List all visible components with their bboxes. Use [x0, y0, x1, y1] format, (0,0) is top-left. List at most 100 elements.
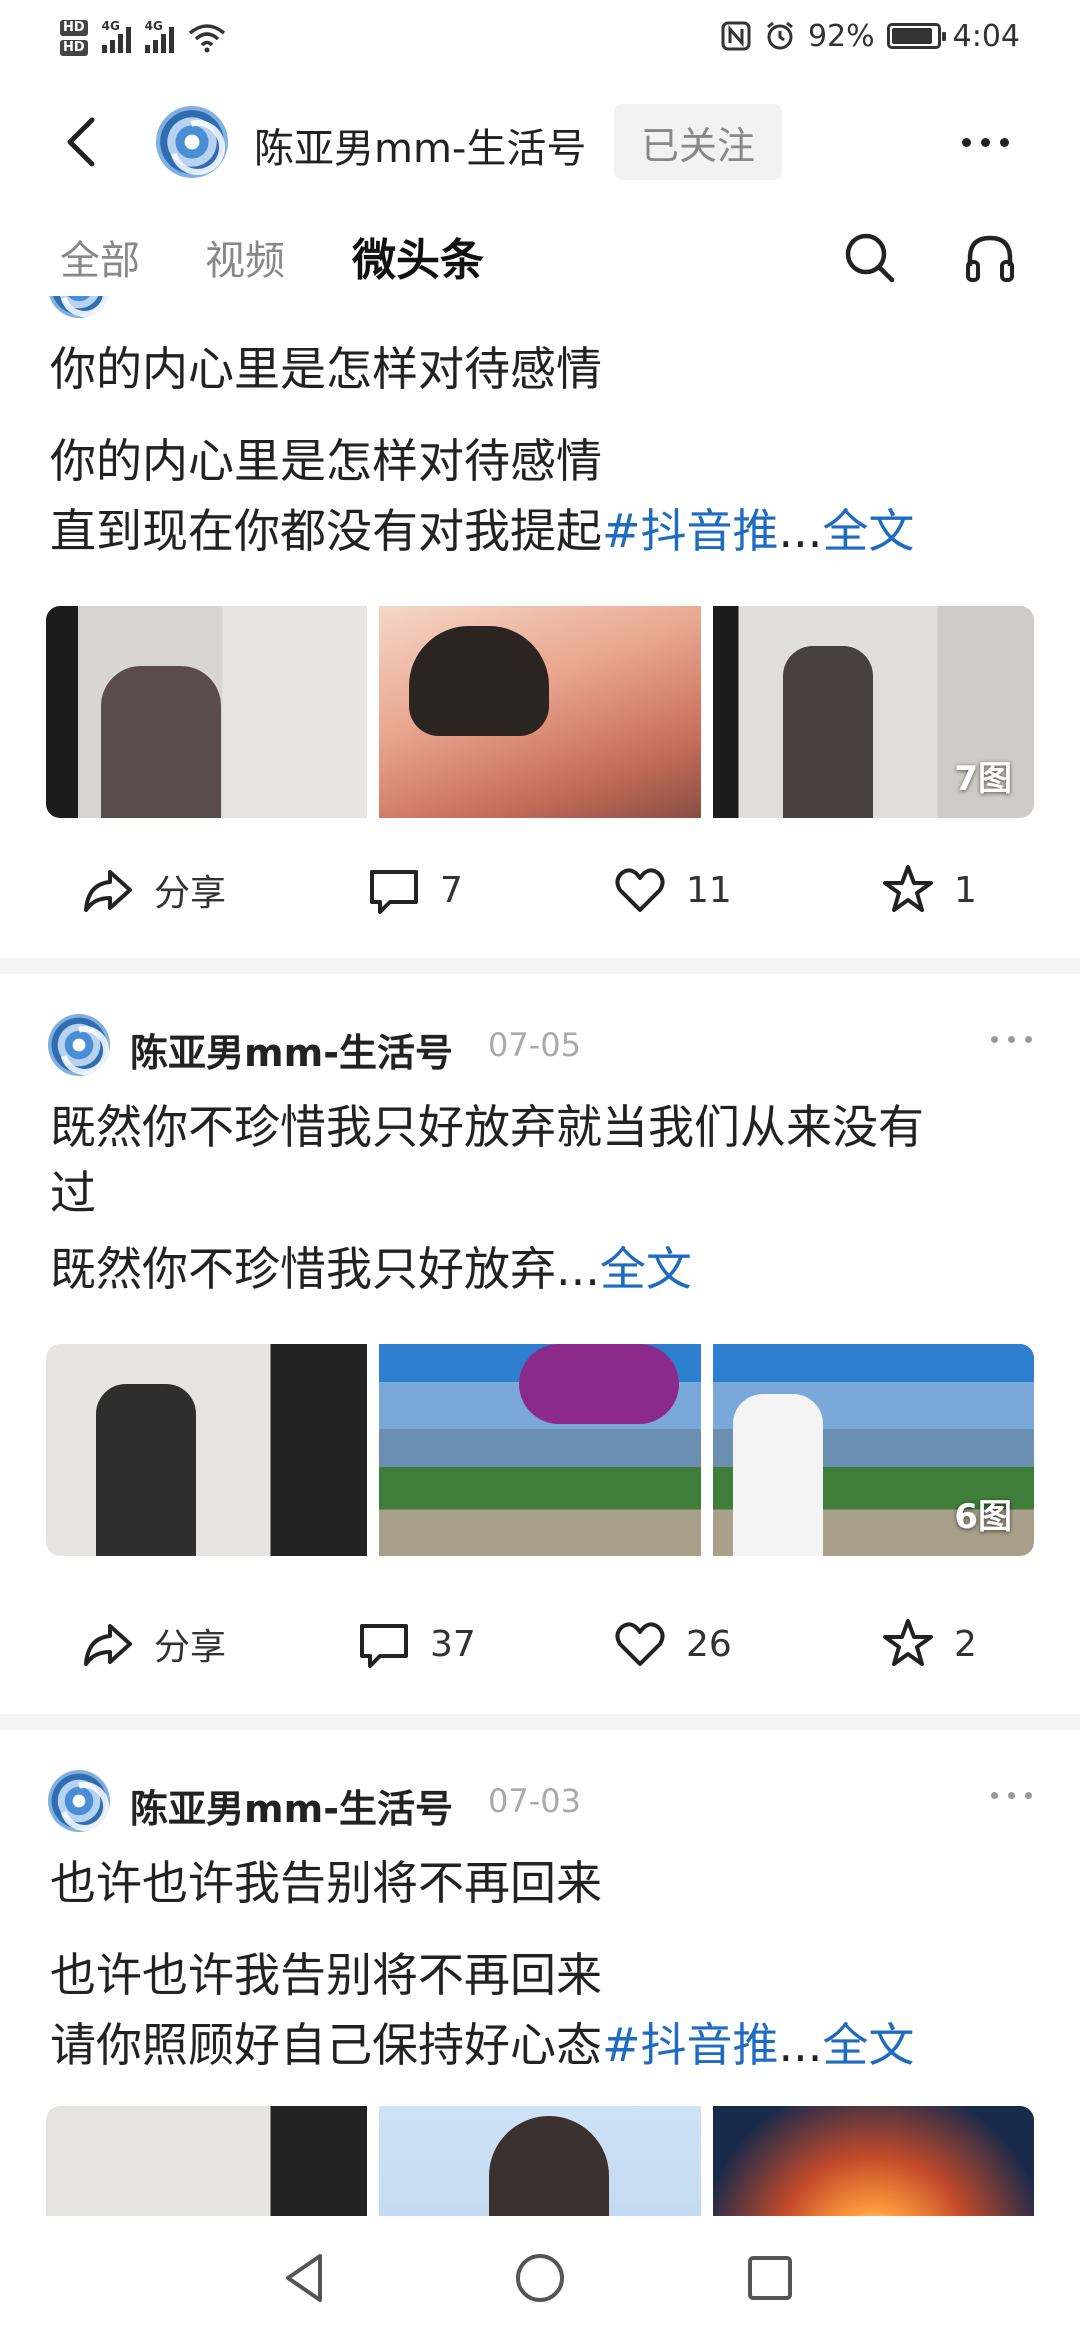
post-more-button[interactable] [991, 1036, 1032, 1043]
post-header: 陈亚男mm-生活号 07-03 [48, 1770, 1032, 1834]
comment-icon [370, 870, 418, 914]
post-image[interactable] [46, 1344, 368, 1556]
search-button[interactable] [840, 228, 900, 288]
tab-all[interactable]: 全部 [60, 228, 140, 286]
more-dot [961, 137, 971, 147]
full-text-link[interactable]: 全文 [822, 504, 914, 558]
post-card[interactable]: 陈亚男mm-生活号 07-05 既然你不珍惜我只好放弃就当我们从来没有 过 既然… [0, 974, 1080, 1668]
post-image[interactable]: 7图 [712, 606, 1034, 818]
author-avatar[interactable] [48, 1770, 110, 1832]
like-count: 11 [686, 869, 732, 911]
share-icon [84, 1624, 132, 1666]
back-button[interactable] [54, 112, 114, 172]
tab-micro-headlines[interactable]: 微头条 [352, 224, 484, 288]
channel-avatar[interactable] [156, 106, 228, 178]
post-more-button[interactable] [991, 1792, 1032, 1799]
post-body[interactable]: 也许也许我告别将不再回来 请你照顾好自己保持好心态#抖音推...全文 [50, 1940, 1040, 2080]
signal-icon: 4G [101, 19, 131, 53]
author-avatar[interactable] [48, 1014, 110, 1076]
comment-count: 7 [440, 869, 463, 911]
star-icon [883, 865, 933, 912]
post-divider [0, 1714, 1080, 1730]
like-button[interactable]: 11 [612, 850, 732, 930]
hd-badge-2: HD [60, 40, 88, 56]
system-nav-bar [0, 2216, 1080, 2340]
channel-name[interactable]: 陈亚男mm-生活号 [254, 116, 586, 174]
comment-icon [360, 1624, 408, 1668]
post-body-line-2: 请你照顾好自己保持好心态#抖音推...全文 [50, 2010, 1040, 2080]
post-image[interactable] [379, 2106, 701, 2216]
favorite-button[interactable]: 2 [880, 1604, 977, 1684]
like-button[interactable]: 26 [612, 1604, 732, 1684]
post-title[interactable]: 既然你不珍惜我只好放弃就当我们从来没有 过 [50, 1094, 1040, 1226]
chevron-left-icon [67, 117, 95, 167]
star-icon [883, 1619, 933, 1666]
hashtag-link[interactable]: #抖音推 [602, 2018, 779, 2072]
tab-video[interactable]: 视频 [205, 228, 285, 286]
post-image[interactable] [46, 2106, 368, 2216]
battery-percent: 92% [807, 18, 875, 54]
post-image[interactable] [379, 606, 701, 818]
image-count-badge: 6图 [954, 1497, 1012, 1537]
post-date: 07-05 [488, 1026, 581, 1064]
ellipsis: ... [778, 504, 823, 558]
nfc-icon [721, 21, 751, 51]
post-body[interactable]: 既然你不珍惜我只好放弃...全文 [50, 1234, 1040, 1304]
more-options-button[interactable] [950, 120, 1020, 164]
circle-home-icon [516, 2254, 564, 2302]
follow-button[interactable]: 已关注 [614, 104, 782, 180]
image-grid: 7图 [46, 606, 1034, 818]
more-dot [1008, 1792, 1015, 1799]
headphones-icon [966, 235, 1014, 282]
post-image[interactable]: 6图 [712, 1344, 1034, 1556]
share-button[interactable]: 分享 [80, 850, 226, 930]
comment-button[interactable]: 37 [356, 1604, 476, 1684]
hashtag-link[interactable]: #抖音推 [602, 504, 779, 558]
post-card[interactable]: 你的内心里是怎样对待感情 你的内心里是怎样对待感情 直到现在你都没有对我提起#抖… [0, 296, 1080, 942]
image-grid [46, 2106, 1034, 2216]
ellipsis: ... [556, 1242, 600, 1296]
post-image[interactable] [46, 606, 368, 818]
post-title[interactable]: 也许也许我告别将不再回来 [50, 1850, 1040, 1916]
nav-back-button[interactable] [274, 2246, 338, 2310]
share-button[interactable]: 分享 [80, 1604, 226, 1684]
body-text: 请你照顾好自己保持好心态 [50, 2018, 602, 2072]
comment-button[interactable]: 7 [366, 850, 463, 930]
post-title[interactable]: 你的内心里是怎样对待感情 [50, 336, 1040, 402]
body-text: 直到现在你都没有对我提起 [50, 504, 602, 558]
favorite-count: 2 [954, 1623, 977, 1665]
nav-home-button[interactable] [508, 2246, 572, 2310]
post-body-line: 也许也许我告别将不再回来 [50, 1948, 602, 2002]
nav-recent-button[interactable] [738, 2246, 802, 2310]
author-avatar[interactable] [48, 296, 110, 318]
post-body-line-2: 直到现在你都没有对我提起#抖音推...全文 [50, 496, 1040, 566]
search-icon [845, 233, 895, 283]
favorite-button[interactable]: 1 [880, 850, 977, 930]
clock: 4:04 [952, 18, 1020, 54]
heart-icon [615, 1622, 665, 1666]
status-left: HD HD 4G 4G [60, 10, 226, 66]
post-body[interactable]: 你的内心里是怎样对待感情 直到现在你都没有对我提起#抖音推...全文 [50, 426, 1040, 566]
post-divider [0, 958, 1080, 974]
more-dot [1008, 1036, 1015, 1043]
listen-button[interactable] [960, 228, 1020, 288]
comment-count: 37 [430, 1623, 476, 1665]
feed[interactable]: 你的内心里是怎样对待感情 你的内心里是怎样对待感情 直到现在你都没有对我提起#抖… [0, 296, 1080, 2216]
hd-indicators: HD HD [60, 20, 88, 56]
like-count: 26 [686, 1623, 732, 1665]
post-author[interactable]: 陈亚男mm-生活号 [130, 1778, 453, 1833]
share-icon [84, 870, 132, 912]
full-text-link[interactable]: 全文 [600, 1242, 692, 1296]
signal-icon-2: 4G [144, 19, 174, 53]
post-author[interactable]: 陈亚男mm-生活号 [130, 1022, 453, 1077]
post-card[interactable]: 陈亚男mm-生活号 07-03 也许也许我告别将不再回来 也许也许我告别将不再回… [0, 1730, 1080, 2216]
post-image[interactable] [379, 1344, 701, 1556]
full-text-link[interactable]: 全文 [822, 2018, 914, 2072]
status-right: 92% 4:04 [720, 14, 1020, 58]
more-dot [991, 1792, 998, 1799]
post-image[interactable] [712, 2106, 1034, 2216]
post-body-line: 既然你不珍惜我只好放弃...全文 [50, 1234, 1040, 1304]
more-dot [1025, 1036, 1032, 1043]
ellipsis: ... [778, 2018, 823, 2072]
post-actions: 分享 7 11 1 [0, 850, 1080, 930]
